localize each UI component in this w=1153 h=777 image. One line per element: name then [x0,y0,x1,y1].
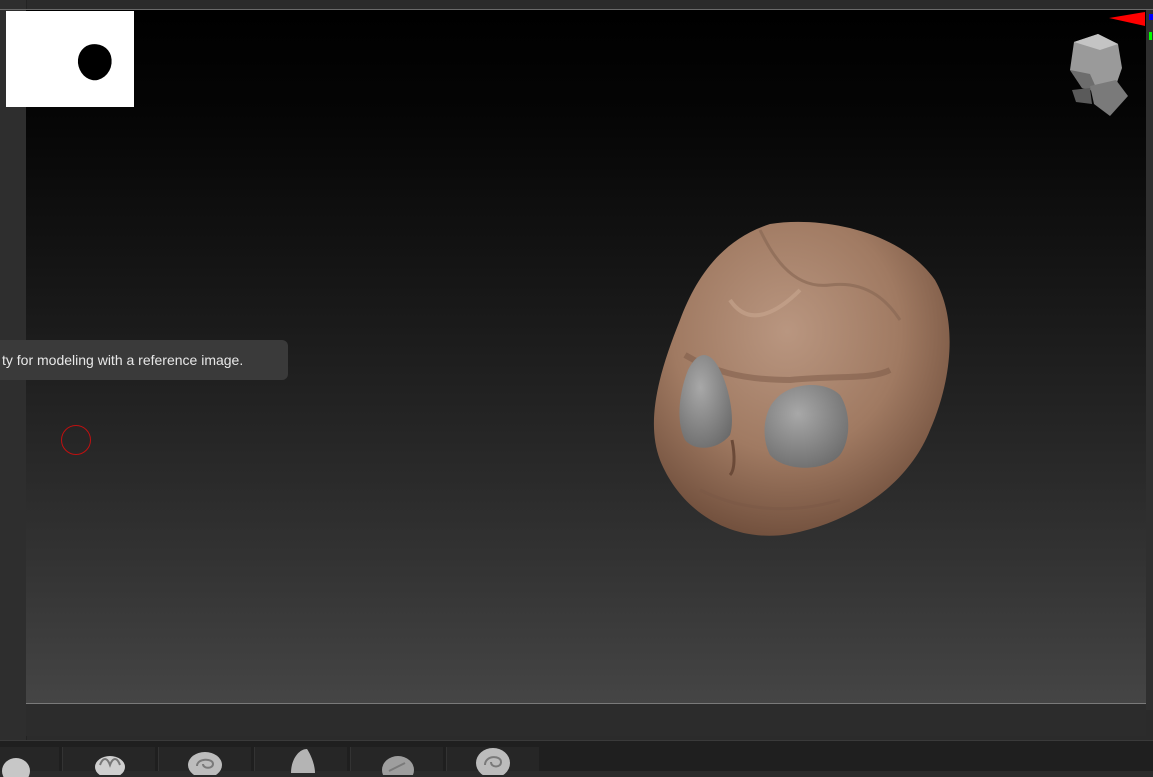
skull-head-model[interactable] [640,210,960,554]
inflate-brush-icon [382,756,414,775]
brush-cursor-ring [61,425,91,455]
brush-tray [0,740,1153,777]
dam-standard-brush-icon [291,749,315,773]
brush-slot[interactable] [254,747,347,773]
standard-brush-icon [2,758,30,777]
right-shelf [1146,10,1153,710]
brush-slot[interactable] [446,747,539,775]
move-brush-icon [188,752,222,775]
brush-slot[interactable] [0,747,59,777]
tooltip: ty for modeling with a reference image. [0,340,288,380]
alpha-thumbnail[interactable] [6,11,134,107]
pinch-brush-icon [476,748,510,775]
brush-slot[interactable] [158,747,251,775]
alpha-shape [73,40,117,84]
brush-slot[interactable] [350,747,443,775]
brush-slot[interactable] [62,747,155,775]
clay-brush-icon [95,756,125,775]
left-shelf [0,0,27,770]
bottom-shelf [26,704,1146,736]
axis-gizmo[interactable] [1105,8,1153,46]
